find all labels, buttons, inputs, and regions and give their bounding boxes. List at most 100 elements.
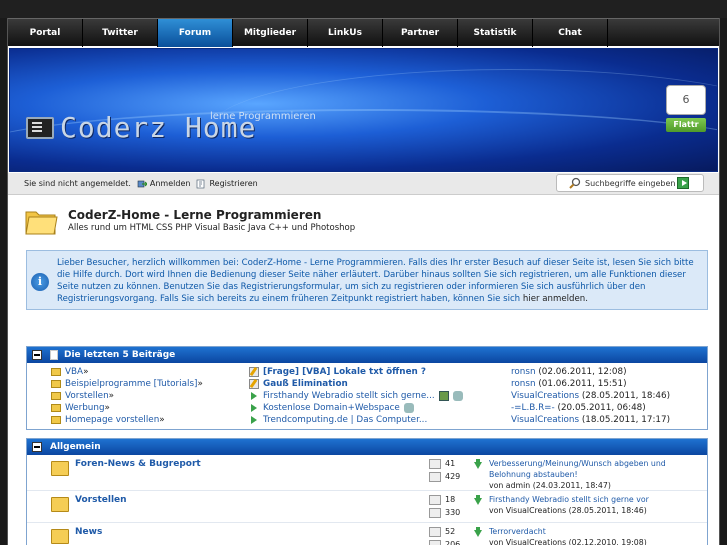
separator: » (104, 403, 110, 413)
document-icon (50, 350, 58, 360)
author-link[interactable]: ronsn (511, 379, 536, 389)
page-title: CoderZ-Home - Lerne Programmieren (68, 208, 322, 222)
post-date: (02.06.2011, 12:08) (538, 367, 627, 377)
recent-posts-list: VBA » [Frage] [VBA] Lokale txt öffnen ? ro… (27, 363, 707, 426)
image-icon (438, 391, 449, 401)
folder-icon (51, 416, 61, 424)
board-title[interactable]: Vorstellen (75, 495, 127, 505)
header-banner: Coderz Home lerne Programmieren 6 Flattr (9, 48, 718, 172)
page: Portal Twitter Forum Mitglieder LinkUs P… (7, 18, 720, 545)
last-post-icon[interactable] (473, 495, 483, 505)
recent-post-row: Beispielprogramme [Tutorials] » Gauß Elim… (27, 378, 707, 390)
board-stats: 52 206 (429, 525, 479, 545)
separator: » (197, 379, 203, 389)
board-row: News 52 206 Terrorverdacht von VisualCreatio… (27, 523, 707, 545)
page-subtitle: Alles rund um HTML CSS PHP Visual Basic … (68, 223, 356, 233)
recent-posts-header: Die letzten 5 Beiträge (27, 347, 707, 363)
flattr-count: 6 (666, 85, 706, 115)
last-post-icon[interactable] (473, 527, 483, 537)
nav-mitglieder[interactable]: Mitglieder (233, 19, 308, 47)
arrow-icon (249, 391, 259, 401)
folder-icon (51, 497, 69, 512)
login-label: Anmelden (149, 179, 191, 188)
recent-post-row: VBA » [Frage] [VBA] Lokale txt öffnen ? ro… (27, 366, 707, 378)
attachment-icon (452, 391, 463, 401)
last-post-title[interactable]: Terrorverdacht (489, 526, 699, 537)
folder-icon (51, 404, 61, 412)
login-hint[interactable]: hier anmelden. (520, 294, 588, 304)
thread-count: 52 (445, 527, 456, 536)
last-post: Firsthandy Webradio stellt sich gerne vo… (473, 494, 699, 516)
welcome-text: Lieber Besucher, herzlich willkommen bei… (57, 258, 694, 304)
post-date: (01.06.2011, 15:51) (538, 379, 627, 389)
nav-portal[interactable]: Portal (8, 19, 83, 47)
login-icon (137, 180, 147, 187)
post-count: 330 (445, 508, 461, 517)
nav-chat[interactable]: Chat (533, 19, 608, 47)
arrow-icon (249, 403, 259, 413)
login-status: Sie sind nicht angemeldet. (24, 179, 131, 188)
collapse-icon[interactable] (32, 442, 42, 452)
search-submit-button[interactable] (677, 177, 689, 189)
topic-link[interactable]: Gauß Elimination (263, 378, 348, 390)
category-link[interactable]: Homepage vorstellen (65, 414, 159, 426)
category-link[interactable]: Werbung (65, 402, 105, 414)
topic-link[interactable]: [Frage] [VBA] Lokale txt öffnen ? (263, 366, 426, 378)
recent-posts-box: Die letzten 5 Beiträge VBA » [Frage] [VBA… (26, 346, 708, 430)
author-link[interactable]: ronsn (511, 367, 536, 377)
top-strip (0, 0, 727, 18)
topic-link[interactable]: Firsthandy Webradio stellt sich gerne... (263, 390, 435, 402)
welcome-notice: i Lieber Besucher, herzlich willkommen b… (26, 250, 708, 310)
search-input[interactable]: Suchbegriffe eingeben (585, 179, 675, 188)
search-box[interactable]: Suchbegriffe eingeben (556, 174, 704, 192)
threads-icon (429, 526, 441, 537)
posts-icon (429, 539, 441, 545)
edit-icon (249, 367, 259, 377)
category-link[interactable]: Beispielprogramme [Tutorials] (65, 378, 197, 390)
threads-icon (429, 458, 441, 469)
post-date: (18.05.2011, 17:17) (581, 415, 671, 425)
last-post-title[interactable]: Firsthandy Webradio stellt sich gerne vo… (489, 494, 699, 505)
register-link[interactable]: Registrieren (196, 179, 258, 189)
recent-post-row: Homepage vorstellen » Trendcomputing.de |… (27, 414, 707, 426)
board-row: Vorstellen 18 330 Firsthandy Webradio stell… (27, 491, 707, 523)
board-title[interactable]: Foren-News & Bugreport (75, 459, 201, 469)
topic-link[interactable]: Trendcomputing.de | Das Computer... (263, 414, 427, 426)
flattr-widget[interactable]: 6 Flattr (666, 85, 708, 145)
main-content: CoderZ-Home - Lerne Programmieren Alles … (22, 198, 712, 545)
author-link[interactable]: VisualCreations (511, 391, 579, 401)
posts-icon (429, 507, 441, 518)
category-link[interactable]: VBA (65, 366, 83, 378)
last-post-icon[interactable] (473, 459, 483, 469)
register-label: Registrieren (209, 179, 258, 188)
nav-partner[interactable]: Partner (383, 19, 458, 47)
category-link[interactable]: Vorstellen (65, 390, 109, 402)
topic-link[interactable]: Kostenlose Domain+Webspace (263, 402, 400, 414)
post-date: (20.05.2011, 06:48) (557, 403, 646, 413)
site-tagline: lerne Programmieren (210, 111, 316, 122)
thread-count: 18 (445, 495, 456, 504)
separator: » (108, 391, 115, 401)
attachment-icon (403, 403, 414, 413)
board-row: Foren-News & Bugreport 41 429 Verbesserung/… (27, 455, 707, 491)
separator: » (159, 415, 165, 425)
collapse-icon[interactable] (32, 350, 42, 360)
last-post-title[interactable]: Verbesserung/Meinung/Wunsch abgeben und … (489, 458, 699, 480)
flattr-button[interactable]: Flattr (666, 118, 706, 132)
forum-category-title: Allgemein (50, 442, 101, 452)
folder-icon (51, 461, 69, 476)
last-post-author: von VisualCreations (28.05.2011, 18:46) (489, 506, 647, 515)
nav-forum[interactable]: Forum (158, 19, 233, 47)
edit-icon (249, 379, 259, 389)
board-title[interactable]: News (75, 527, 102, 537)
login-link[interactable]: Anmelden (137, 179, 191, 189)
nav-statistik[interactable]: Statistik (458, 19, 533, 47)
last-post: Terrorverdacht von VisualCreations (02.12… (473, 526, 699, 545)
nav-linkus[interactable]: LinkUs (308, 19, 383, 47)
author-link[interactable]: -=L.B.R=- (511, 403, 555, 413)
arrow-icon (249, 415, 259, 425)
thread-count: 41 (445, 459, 456, 468)
nav-twitter[interactable]: Twitter (83, 19, 158, 47)
posts-icon (429, 471, 441, 482)
author-link[interactable]: VisualCreations (511, 415, 579, 425)
